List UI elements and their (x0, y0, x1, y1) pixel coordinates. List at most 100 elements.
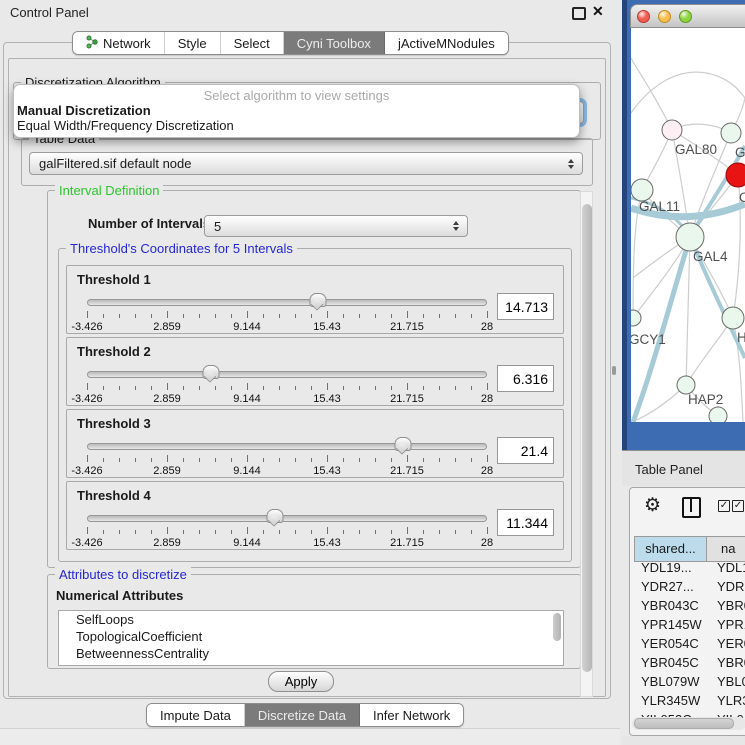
slider-thumb[interactable] (309, 293, 326, 307)
checkbox-icon[interactable] (718, 500, 730, 512)
float-window-icon[interactable] (572, 7, 586, 20)
tab-select[interactable]: Select (221, 32, 284, 54)
columns-icon[interactable] (682, 497, 701, 518)
tab-infer-network[interactable]: Infer Network (360, 704, 463, 726)
network-canvas[interactable]: GAL80GAGAL11CGAL4GCY1HHAP2 (631, 28, 745, 422)
network-edge-thick[interactable] (633, 237, 690, 422)
tab-cyni-toolbox[interactable]: Cyni Toolbox (284, 32, 385, 54)
tick-label: 9.144 (233, 321, 261, 333)
network-node[interactable] (726, 163, 745, 187)
table-data-combo[interactable]: galFiltered.sif default node (29, 152, 583, 175)
tick-label: 28 (481, 465, 493, 477)
threshold-label: Threshold 4 (77, 488, 151, 503)
apply-button[interactable]: Apply (268, 671, 334, 692)
minimize-traffic-icon[interactable] (658, 10, 671, 23)
network-edge[interactable] (631, 58, 672, 130)
threshold-value-input[interactable] (497, 509, 554, 536)
network-edge[interactable] (686, 318, 733, 385)
tick-label: 15.43 (313, 321, 341, 333)
table-row[interactable]: YBR043CYBR0 (634, 596, 745, 615)
network-edge[interactable] (686, 237, 690, 385)
network-node[interactable] (631, 179, 653, 201)
slider-track[interactable] (87, 299, 487, 306)
cell-shared-name: YDL19... (634, 558, 707, 577)
close-traffic-icon[interactable] (637, 10, 650, 23)
tick-label: -3.426 (71, 537, 102, 549)
threshold-panel-2: Threshold 2-3.4262.8599.14415.4321.71528 (66, 337, 564, 406)
slider-track[interactable] (87, 371, 487, 378)
popup-option-manual-discretization[interactable]: Manual Discretization (14, 103, 579, 118)
table-hscrollbar-thumb[interactable] (634, 718, 734, 729)
slider-thumb[interactable] (202, 365, 219, 379)
tick-label: 9.144 (233, 465, 261, 477)
tick-label: 2.859 (153, 465, 181, 477)
network-node-label: GAL80 (675, 142, 717, 157)
gear-icon[interactable] (644, 494, 661, 517)
attribute-item-betweennesscentrality[interactable]: BetweennessCentrality (59, 645, 563, 662)
tick-label: 28 (481, 537, 493, 549)
slider-thumb[interactable] (266, 509, 283, 523)
tab-network[interactable]: Network (73, 32, 165, 54)
splitter-handle[interactable] (612, 366, 616, 375)
tab-jactivemnodules[interactable]: jActiveMNodules (385, 32, 508, 54)
bottom-strip (0, 728, 620, 745)
panel-scrollbar-thumb[interactable] (582, 204, 592, 672)
table-row[interactable]: YDL19...YDL1 (634, 558, 745, 577)
interval-definition-title: Interval Definition (55, 183, 163, 198)
threshold-value-input[interactable] (497, 437, 554, 464)
table-row[interactable]: YPR145WYPR1 (634, 615, 745, 634)
popup-option-equal-width-frequency-discretization[interactable]: Equal Width/Frequency Discretization (14, 118, 579, 133)
network-node[interactable] (676, 223, 704, 251)
number-of-intervals-combo[interactable]: 5 (204, 215, 468, 237)
network-window-titlebar[interactable] (630, 4, 745, 28)
slider-track[interactable] (87, 443, 487, 450)
table-hscrollbar-track[interactable] (632, 717, 745, 730)
network-edge[interactable] (633, 237, 690, 318)
corner-strip (622, 736, 745, 745)
tab-discretize-data[interactable]: Discretize Data (245, 704, 360, 726)
threshold-label: Threshold 3 (77, 416, 151, 431)
tick-label: 15.43 (313, 465, 341, 477)
close-icon[interactable] (592, 3, 604, 20)
slider-thumb[interactable] (394, 437, 411, 451)
tab-label: Style (178, 36, 207, 51)
network-node[interactable] (709, 407, 727, 422)
tab-style[interactable]: Style (165, 32, 221, 54)
cell-shared-name: YBR045C (634, 653, 707, 672)
threshold-value-input[interactable] (497, 293, 554, 320)
checkbox-icon[interactable] (732, 500, 744, 512)
zoom-traffic-icon[interactable] (679, 10, 692, 23)
tab-label: Impute Data (160, 708, 231, 723)
table-row[interactable]: YLR345WYLR3 (634, 691, 745, 710)
cell-name: YDR2 (707, 577, 745, 596)
table-row[interactable]: YBL079WYBL0 (634, 672, 745, 691)
table-panel-title: Table Panel (635, 462, 703, 477)
threshold-slider: -3.4262.8599.14415.4321.71528 (87, 366, 487, 400)
application-window: Control Panel NetworkStyleSelectCyni Too… (0, 0, 745, 745)
cell-name: YPR1 (707, 615, 745, 634)
table-row[interactable]: YBR045CYBR0 (634, 653, 745, 672)
table-row[interactable]: YDR27...YDR2 (634, 577, 745, 596)
table-row[interactable]: YER054CYER0 (634, 634, 745, 653)
tab-impute-data[interactable]: Impute Data (147, 704, 245, 726)
list-scrollbar[interactable] (553, 613, 561, 641)
tab-label: Cyni Toolbox (297, 36, 371, 51)
attributes-group: Attributes to discretize Numerical Attri… (47, 574, 581, 669)
network-node[interactable] (721, 123, 741, 143)
network-node[interactable] (631, 310, 641, 326)
threshold-value-input[interactable] (497, 365, 554, 392)
attribute-item-topologicalcoefficient[interactable]: TopologicalCoefficient (59, 628, 563, 645)
network-node-label: HAP2 (688, 392, 723, 407)
network-node[interactable] (722, 307, 744, 329)
popup-options: Manual DiscretizationEqual Width/Frequen… (14, 103, 579, 133)
slider-tick-labels: -3.4262.8599.14415.4321.71528 (87, 321, 487, 333)
network-edge[interactable] (631, 72, 745, 113)
tick-label: -3.426 (71, 321, 102, 333)
network-node[interactable] (662, 120, 682, 140)
slider-track[interactable] (87, 515, 487, 522)
attribute-item-selfloops[interactable]: SelfLoops (59, 611, 563, 628)
cell-name: YBR0 (707, 653, 745, 672)
numerical-attributes-label: Numerical Attributes (56, 588, 183, 603)
network-node-label: GAL4 (693, 249, 728, 264)
tick-label: 15.43 (313, 393, 341, 405)
